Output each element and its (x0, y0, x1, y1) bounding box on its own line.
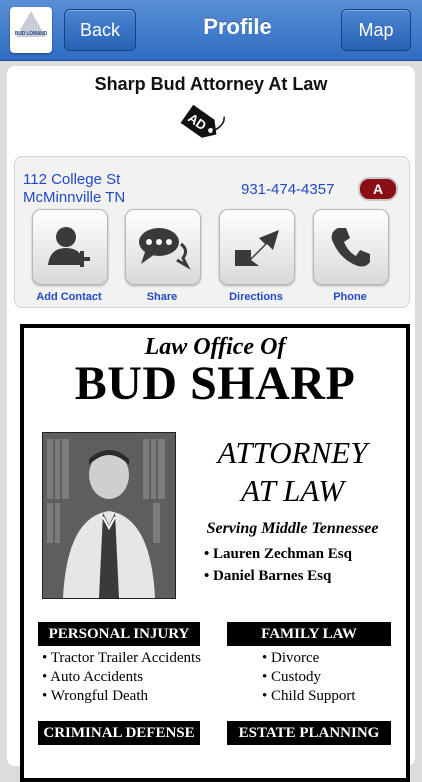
ad-attorney: ATTORNEY (217, 435, 368, 470)
app-logo[interactable]: BUD LOMAND (10, 7, 52, 53)
advertisement-image: Law Office Of BUD SHARP ATTORNEY AT LAW (20, 324, 410, 782)
contact-info-box: 112 College St McMinnville TN 931-474-43… (14, 156, 410, 308)
map-button[interactable]: Map (341, 9, 411, 51)
logo-text: BUD LOMAND (14, 31, 48, 37)
ad-list-item: • Wrongful Death (42, 688, 149, 704)
ad-at-law: AT LAW (240, 473, 345, 508)
ad-lawyer: • Lauren Zechman Esq (204, 546, 352, 562)
page-title: Profile (203, 14, 272, 39)
directions-tile[interactable] (219, 209, 295, 285)
phone-icon (331, 228, 370, 267)
profile-card: Sharp Bud Attorney At Law AD 112 College… (7, 66, 415, 782)
directions-icon (235, 230, 279, 266)
phone-tile[interactable] (313, 209, 389, 285)
attorney-photo (42, 432, 176, 599)
ad-family-law-header: FAMILY LAW (227, 622, 391, 646)
business-name: Sharp Bud Attorney At Law (94, 74, 328, 94)
share-action[interactable]: Share (125, 209, 201, 303)
ad-list-item: • Custody (262, 669, 322, 685)
phone-action[interactable]: Phone (313, 209, 389, 303)
address-line2: McMinnville TN (23, 189, 126, 206)
add-contact-label: Add Contact (36, 291, 102, 303)
rating-badge: A (358, 177, 398, 201)
ad-estate-planning-header: ESTATE PLANNING (227, 721, 391, 745)
directions-label: Directions (229, 291, 283, 303)
address[interactable]: 112 College St McMinnville TN (23, 171, 125, 207)
ad-list-item: • Divorce (262, 650, 320, 666)
address-line1: 112 College St (23, 171, 121, 188)
share-icon (139, 228, 191, 270)
ad-list-item: • Tractor Trailer Accidents (42, 650, 201, 666)
ad-tag-icon: AD (180, 104, 225, 138)
ad-serving: Serving Middle Tennessee (206, 520, 379, 537)
share-label: Share (146, 291, 178, 303)
ad-attorney-at-law: ATTORNEY AT LAW (190, 434, 395, 510)
add-contact-tile[interactable] (32, 209, 108, 285)
phone-number-link[interactable]: 931-474-4357 (241, 181, 334, 198)
directions-action[interactable]: Directions (219, 209, 295, 303)
phone-label: Phone (333, 291, 367, 303)
ad-personal-injury-header: PERSONAL INJURY (38, 622, 200, 646)
navigation-bar: BUD LOMAND Back Profile Map (0, 0, 422, 61)
add-contact-icon (48, 227, 90, 267)
share-tile[interactable] (125, 209, 201, 285)
ad-list-item: • Child Support (262, 688, 356, 704)
add-contact-action[interactable]: Add Contact (32, 209, 108, 303)
ad-lawyer: • Daniel Barnes Esq (204, 568, 332, 584)
ad-list-item: • Auto Accidents (42, 669, 144, 685)
back-button[interactable]: Back (64, 9, 136, 51)
ad-criminal-defense-header: CRIMINAL DEFENSE (38, 721, 200, 745)
ad-bud-sharp: BUD SHARP (74, 357, 356, 410)
